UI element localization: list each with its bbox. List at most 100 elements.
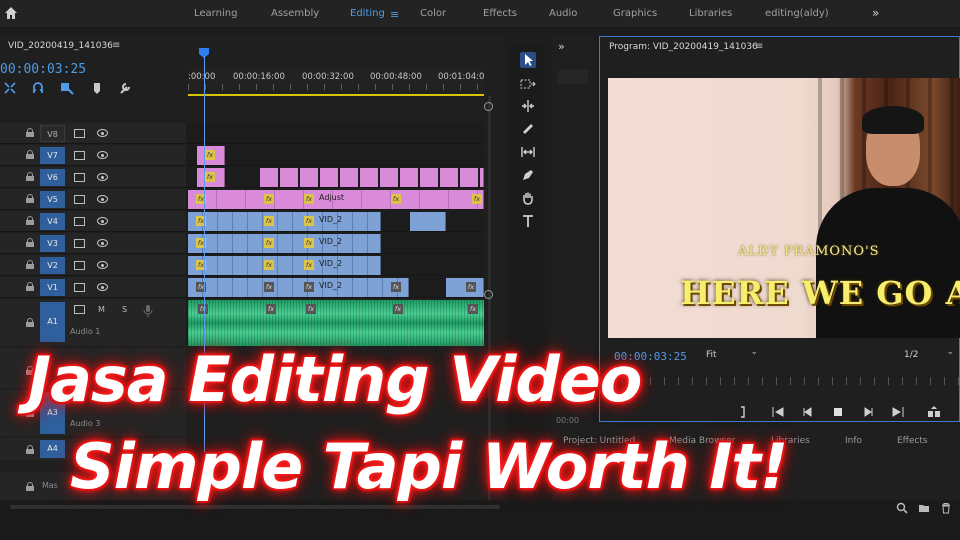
sequence-tab[interactable]: VID_20200419_141036	[8, 41, 113, 51]
eye-icon[interactable]	[97, 239, 108, 247]
workspace-tab-custom[interactable]: editing(aldy)	[765, 8, 829, 19]
eye-icon[interactable]	[97, 217, 108, 225]
lock-icon[interactable]	[26, 482, 34, 491]
track-target-a4[interactable]: A4	[40, 440, 65, 458]
home-icon[interactable]	[4, 6, 18, 20]
workspace-tab-color[interactable]: Color	[420, 8, 446, 19]
linked-selection-icon[interactable]	[60, 81, 74, 95]
sequence-menu-icon[interactable]: ≡	[112, 40, 120, 51]
track-select-tool-icon[interactable]	[520, 76, 536, 92]
mini-panel-tab[interactable]	[558, 70, 588, 84]
video-preview[interactable]: ALDY PRAMONO'S HERE WE GO AGA	[608, 78, 960, 338]
add-marker-icon[interactable]	[90, 81, 104, 95]
workspace-tab-editing[interactable]: Editing	[350, 8, 385, 19]
clip[interactable]: fx fx fx VID_2 fx	[188, 278, 409, 297]
search-icon[interactable]	[896, 502, 908, 514]
track-target-v1[interactable]: V1	[40, 279, 65, 296]
workspace-tab-assembly[interactable]: Assembly	[271, 8, 319, 19]
lock-icon[interactable]	[26, 318, 34, 327]
ripple-edit-tool-icon[interactable]	[520, 98, 536, 114]
sync-lock-icon[interactable]	[74, 173, 85, 182]
lock-icon[interactable]	[26, 282, 34, 291]
track-target-v4[interactable]: V4	[40, 213, 65, 230]
program-menu-icon[interactable]: ≡	[755, 41, 763, 52]
slip-tool-icon[interactable]	[520, 144, 536, 160]
horizontal-scrollbar[interactable]	[10, 505, 500, 509]
workspace-tab-graphics[interactable]: Graphics	[613, 8, 657, 19]
sync-lock-icon[interactable]	[74, 283, 85, 292]
track-target-v8[interactable]: V8	[40, 125, 65, 142]
go-to-out-icon[interactable]	[890, 405, 906, 419]
lock-icon[interactable]	[26, 238, 34, 247]
hand-tool-icon[interactable]	[520, 190, 536, 206]
lock-icon[interactable]	[26, 216, 34, 225]
eye-icon[interactable]	[97, 195, 108, 203]
clip[interactable]: fx fx fx Adjust fx fx	[188, 190, 484, 209]
microphone-icon[interactable]	[143, 305, 153, 317]
nest-icon[interactable]	[3, 81, 17, 95]
timeline-timecode[interactable]: 00:00:03:25	[0, 62, 86, 77]
mute-button[interactable]: M	[98, 305, 105, 314]
pen-tool-icon[interactable]	[520, 167, 536, 183]
work-area-bar[interactable]	[188, 94, 484, 96]
sync-lock-icon[interactable]	[74, 217, 85, 226]
lock-icon[interactable]	[26, 194, 34, 203]
lock-icon[interactable]	[26, 445, 34, 454]
snap-icon[interactable]	[31, 81, 45, 95]
sync-lock-icon[interactable]	[74, 239, 85, 248]
workspace-tab-audio[interactable]: Audio	[549, 8, 577, 19]
clip[interactable]	[410, 212, 446, 231]
eye-icon[interactable]	[97, 261, 108, 269]
sync-lock-icon[interactable]	[74, 195, 85, 204]
clip[interactable]: fx	[197, 168, 225, 187]
sync-lock-icon[interactable]	[74, 305, 85, 314]
sync-lock-icon[interactable]	[74, 151, 85, 160]
eye-icon[interactable]	[97, 151, 108, 159]
step-forward-icon[interactable]	[860, 405, 876, 419]
scrollbar-knob-bottom[interactable]	[484, 290, 493, 299]
workspace-tab-learning[interactable]: Learning	[194, 8, 237, 19]
workspace-tab-effects[interactable]: Effects	[483, 8, 517, 19]
expand-panels-icon[interactable]: »	[558, 40, 565, 53]
eye-icon[interactable]	[97, 173, 108, 181]
eye-icon[interactable]	[97, 129, 108, 137]
track-target-v2[interactable]: V2	[40, 257, 65, 274]
tab-effects[interactable]: Effects	[897, 436, 928, 446]
track-target-v5[interactable]: V5	[40, 191, 65, 208]
audio-clip-waveform[interactable]: fx fx fx fx fx	[188, 300, 484, 346]
track-target-v7[interactable]: V7	[40, 147, 65, 164]
track-target-v3[interactable]: V3	[40, 235, 65, 252]
track-target-v6[interactable]: V6	[40, 169, 65, 186]
lock-icon[interactable]	[26, 172, 34, 181]
workspace-tab-libraries[interactable]: Libraries	[689, 8, 732, 19]
go-to-in-icon[interactable]	[770, 405, 786, 419]
solo-button[interactable]: S	[122, 305, 127, 314]
step-back-icon[interactable]	[800, 405, 816, 419]
clip[interactable]: fx fx fx VID_2	[188, 234, 381, 253]
zoom-fit-select[interactable]: Fit	[706, 347, 758, 360]
eye-icon[interactable]	[97, 283, 108, 291]
more-workspaces-icon[interactable]: »	[872, 6, 879, 20]
program-tab[interactable]: Program: VID_20200419_141036	[609, 42, 758, 52]
tab-info[interactable]: Info	[845, 436, 862, 446]
resolution-select[interactable]: 1/2	[904, 347, 954, 360]
new-bin-icon[interactable]	[918, 502, 930, 514]
clip[interactable]: fx	[446, 278, 484, 297]
time-ruler[interactable]: :00:00 00:00:16:00 00:00:32:00 00:00:48:…	[188, 68, 484, 96]
program-ruler[interactable]	[608, 377, 960, 385]
lock-icon[interactable]	[26, 260, 34, 269]
sync-lock-icon[interactable]	[74, 129, 85, 138]
clip[interactable]: fx fx fx VID_2	[188, 212, 381, 231]
sync-lock-icon[interactable]	[74, 261, 85, 270]
lift-icon[interactable]	[926, 405, 942, 419]
selection-tool-icon[interactable]	[520, 52, 536, 68]
clip[interactable]	[260, 168, 484, 187]
stop-icon[interactable]	[830, 405, 846, 419]
settings-wrench-icon[interactable]	[118, 81, 132, 95]
clip[interactable]: fx	[197, 146, 225, 165]
mark-out-icon[interactable]	[735, 405, 751, 419]
type-tool-icon[interactable]	[520, 213, 536, 229]
track-target-a1[interactable]: A1	[40, 302, 65, 342]
lock-icon[interactable]	[26, 128, 34, 137]
lock-icon[interactable]	[26, 150, 34, 159]
